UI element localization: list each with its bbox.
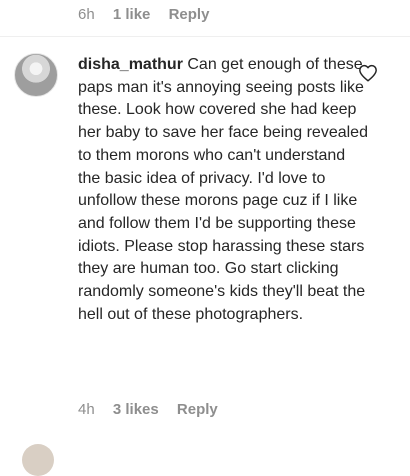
previous-comment-meta: 6h 1 like Reply — [78, 6, 223, 23]
previous-comment-likes[interactable]: 1 like — [113, 6, 151, 23]
comment-likes[interactable]: 3 likes — [113, 401, 159, 418]
avatar[interactable] — [14, 53, 58, 97]
previous-comment-reply-button[interactable]: Reply — [169, 6, 210, 23]
comment-time: 4h — [78, 401, 95, 418]
previous-comment-time: 6h — [78, 6, 95, 23]
next-comment-avatar[interactable] — [22, 444, 54, 476]
comment-meta: 4h 3 likes Reply — [78, 401, 232, 418]
comment-username[interactable]: disha_mathur — [78, 56, 183, 73]
reply-button[interactable]: Reply — [177, 401, 218, 418]
comment-body: disha_mathur Can get enough of these pap… — [78, 54, 368, 326]
divider — [0, 36, 410, 37]
comment-text: Can get enough of these paps man it's an… — [78, 56, 368, 323]
heart-outline-icon[interactable] — [358, 64, 378, 82]
